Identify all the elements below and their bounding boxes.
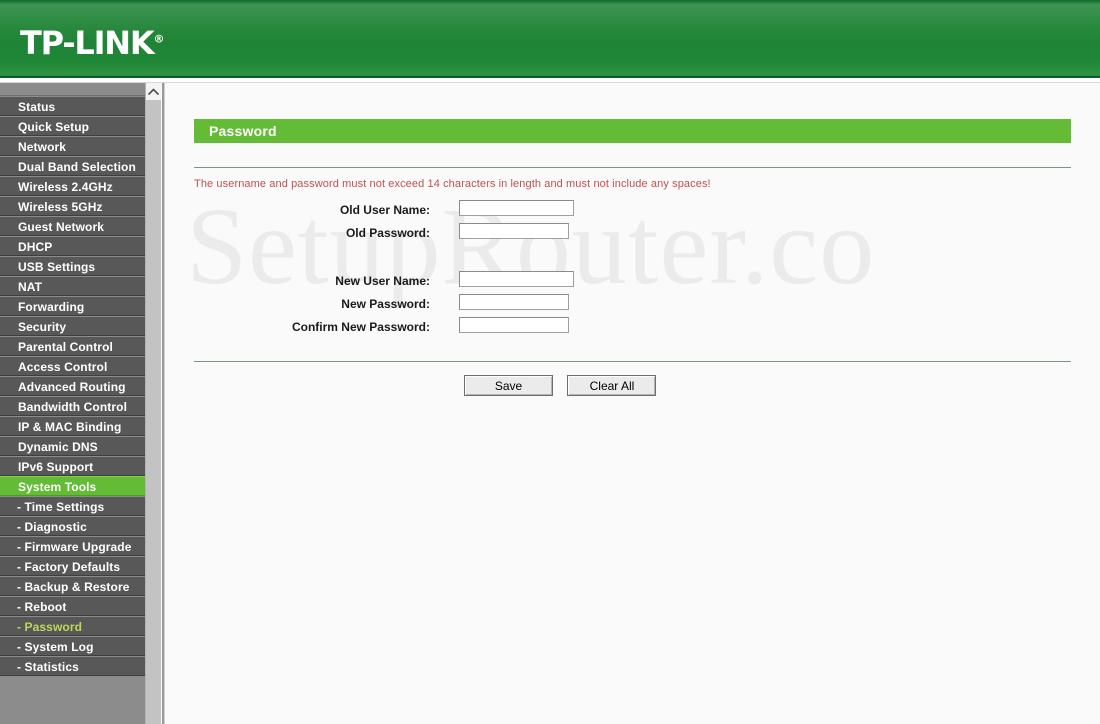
sidebar-item-ip-and-mac-binding[interactable]: IP & MAC Binding [0,416,145,436]
sidebar-item-firmware-upgrade[interactable]: - Firmware Upgrade [0,536,145,556]
old-user-name-input[interactable] [459,200,574,216]
sidebar-item-dual-band-selection[interactable]: Dual Band Selection [0,156,145,176]
field-row-old-user-name: Old User Name: [165,200,725,222]
sidebar-item-wireless-2-4ghz[interactable]: Wireless 2.4GHz [0,176,145,196]
sidebar-item-access-control[interactable]: Access Control [0,356,145,376]
save-button[interactable]: Save [464,375,553,396]
sidebar-item-password[interactable]: - Password [0,616,145,636]
field-row-new-password: New Password: [165,294,725,316]
registered-trademark-icon: ® [153,32,165,46]
scrollbar-track[interactable] [146,100,161,724]
sidebar-item-ipv6-support[interactable]: IPv6 Support [0,456,145,476]
sidebar-item-status[interactable]: Status [0,96,145,116]
tp-link-logo: TP-LINK® [20,27,164,59]
new-password-input[interactable] [459,294,569,310]
clear-all-button[interactable]: Clear All [567,375,657,396]
sidebar-item-factory-defaults[interactable]: - Factory Defaults [0,556,145,576]
sidebar-item-dynamic-dns[interactable]: Dynamic DNS [0,436,145,456]
confirm-new-password-label: Confirm New Password: [291,320,430,334]
sidebar-item-reboot[interactable]: - Reboot [0,596,145,616]
sidebar-item-nat[interactable]: NAT [0,276,145,296]
new-password-label: New Password: [341,297,430,311]
confirm-new-password-input[interactable] [459,317,569,333]
sidebar-item-usb-settings[interactable]: USB Settings [0,256,145,276]
sidebar-item-advanced-routing[interactable]: Advanced Routing [0,376,145,396]
new-user-name-label: New User Name: [335,274,430,288]
field-row-new-user-name: New User Name: [165,271,725,293]
password-notice-text: The username and password must not excee… [194,178,711,190]
old-password-input[interactable] [459,223,569,239]
sidebar-item-security[interactable]: Security [0,316,145,336]
field-row-old-password: Old Password: [165,223,725,245]
scrollbar-thumb[interactable] [146,100,161,724]
sidebar-item-system-log[interactable]: - System Log [0,636,145,656]
sidebar-item-parental-control[interactable]: Parental Control [0,336,145,356]
form-button-bar: Save Clear All [464,375,657,396]
sidebar-item-dhcp[interactable]: DHCP [0,236,145,256]
scroll-up-button[interactable] [146,83,161,100]
page-title: Password [209,123,277,139]
old-user-name-label: Old User Name: [339,203,430,217]
bottom-divider [194,361,1071,362]
new-user-name-input[interactable] [459,271,574,287]
sidebar-navigation: Status Quick Setup Network Dual Band Select… [0,83,145,724]
sidebar-item-network[interactable]: Network [0,136,145,156]
sidebar-scrollbar[interactable] [145,83,161,724]
sidebar-item-system-tools[interactable]: System Tools [0,476,145,496]
chevron-up-icon [148,88,159,95]
main-content: SetupRouter.co Password The username and… [165,83,1100,724]
sidebar-item-quick-setup[interactable]: Quick Setup [0,116,145,136]
field-row-confirm-new-password: Confirm New Password: [165,317,725,339]
old-password-label: Old Password: [345,226,430,240]
page-title-banner: Password [194,119,1071,143]
brand-header: TP-LINK® [0,0,1100,78]
sidebar-menu-list: Status Quick Setup Network Dual Band Select… [0,96,145,676]
sidebar-item-backup-and-restore[interactable]: - Backup & Restore [0,576,145,596]
sidebar-item-diagnostic[interactable]: - Diagnostic [0,516,145,536]
sidebar-top-spacer [0,83,145,96]
sidebar-item-wireless-5ghz[interactable]: Wireless 5GHz [0,196,145,216]
sidebar-item-guest-network[interactable]: Guest Network [0,216,145,236]
sidebar-item-bandwidth-control[interactable]: Bandwidth Control [0,396,145,416]
sidebar-item-statistics[interactable]: - Statistics [0,656,145,676]
sidebar-item-time-settings[interactable]: - Time Settings [0,496,145,516]
sidebar-item-forwarding[interactable]: Forwarding [0,296,145,316]
logo-text: TP-LINK [20,24,155,62]
top-divider [194,167,1071,168]
